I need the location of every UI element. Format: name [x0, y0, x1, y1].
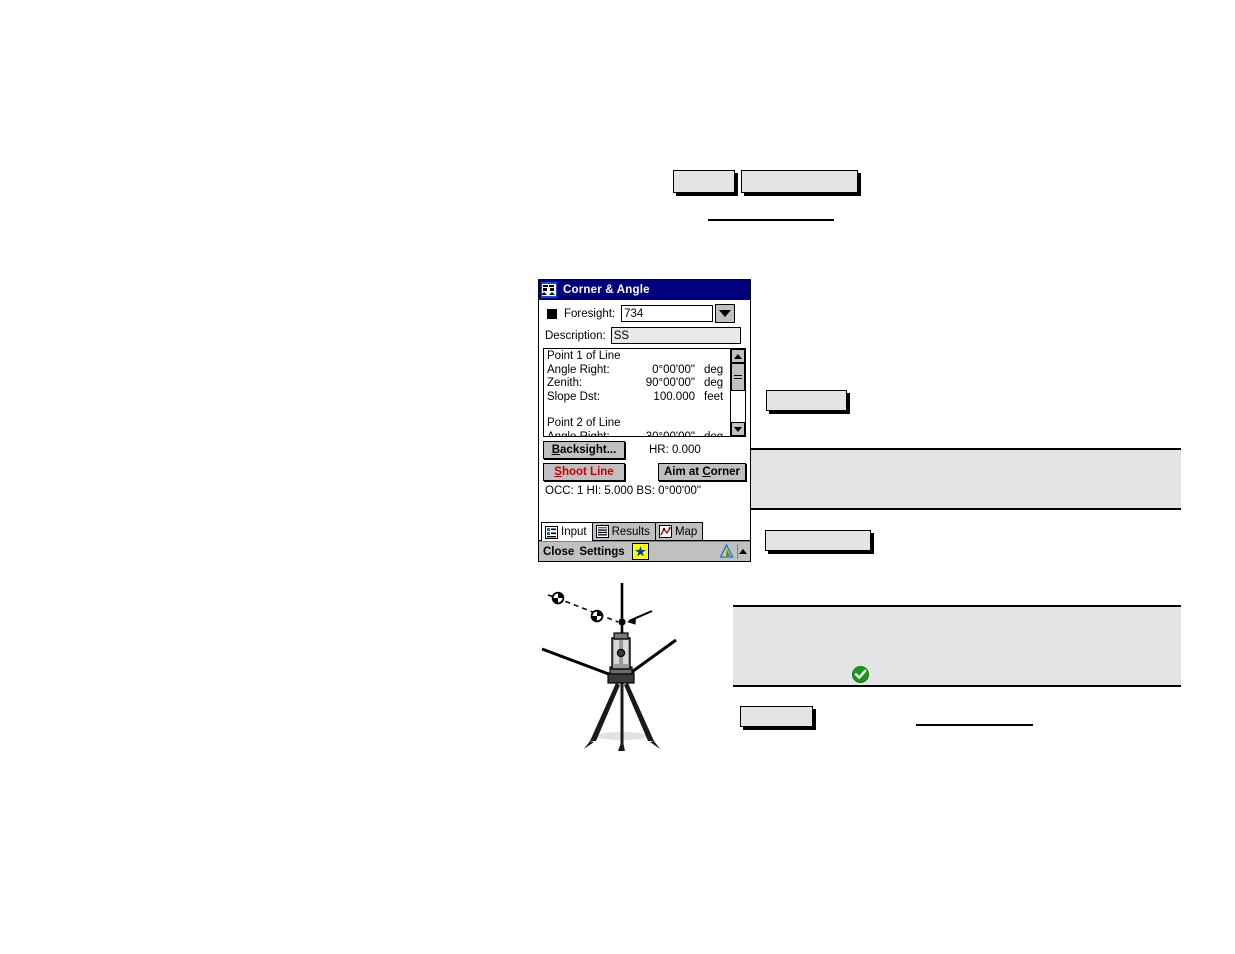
tab-input[interactable]: Input	[541, 522, 593, 541]
star-glyph	[634, 546, 646, 557]
list-row-unit: deg	[695, 431, 723, 437]
list-row-label: Angle Right:	[547, 363, 610, 376]
green-check-circle-icon	[852, 666, 869, 683]
list-item: Zenith: 90°00'00" deg	[547, 377, 730, 391]
underline-rule-bottom	[916, 724, 1033, 726]
shoot-line-button[interactable]: Shoot Line	[543, 463, 625, 481]
scrollbar-thumb[interactable]	[731, 363, 745, 391]
list-row-unit: deg	[704, 377, 724, 389]
callout-box-mid-right	[766, 390, 847, 411]
foresight-label: Foresight:	[564, 307, 616, 320]
shoot-line-button-label: Shoot Line	[554, 466, 614, 478]
dialog-client-area: Foresight: 734 Description: SS Point 1 o…	[539, 300, 750, 561]
list-row-unit: feet	[704, 390, 724, 403]
callout-box-bottom-left	[740, 706, 813, 727]
chevron-up-icon	[739, 549, 747, 554]
total-station-instrument	[611, 632, 631, 670]
pointer-arrow	[627, 610, 653, 625]
sight-line-dashed	[556, 597, 619, 623]
dialog-title: Corner & Angle	[563, 284, 650, 296]
status-bar: Close Settings	[539, 541, 750, 561]
foresight-row: Foresight: 734	[543, 304, 746, 323]
input-form-icon	[545, 525, 558, 539]
description-input[interactable]: SS	[610, 327, 741, 344]
list-row-label: Slope Dst:	[547, 390, 601, 403]
backsight-row: Backsight... HR: 0.000	[543, 441, 746, 459]
expand-status-button[interactable]	[737, 544, 748, 559]
description-label: Description:	[545, 329, 606, 342]
list-group-header: Point 1 of Line	[547, 350, 621, 362]
tripod	[584, 683, 660, 751]
caret-up-icon	[734, 353, 742, 359]
list-item: Slope Dst: 100.000 feet	[547, 391, 730, 405]
list-row-value: 30°00'00"	[623, 431, 695, 437]
tab-input-label: Input	[561, 526, 587, 538]
tab-map-label: Map	[674, 525, 698, 538]
listbox-content: Point 1 of Line Angle Right: 0°00'00" de…	[544, 349, 730, 436]
corner-vertex-point	[618, 618, 626, 626]
aim-at-corner-button[interactable]: Aim at Corner	[658, 463, 746, 481]
callout-band-lower	[733, 605, 1181, 687]
callout-band-upper	[733, 448, 1181, 510]
chevron-down-icon	[719, 310, 732, 317]
callout-box-top-right	[741, 170, 858, 193]
list-group-header: Point 2 of Line	[547, 417, 621, 429]
close-button[interactable]: Close	[543, 546, 574, 558]
list-row-label: Angle Right:	[547, 431, 623, 437]
list-row-value: 100.000	[653, 390, 695, 403]
foresight-dropdown-button[interactable]	[715, 304, 736, 323]
tab-strip: Input Results Map	[539, 522, 750, 541]
hr-readout: HR: 0.000	[649, 444, 701, 456]
list-row-value: 90°00'00"	[645, 377, 695, 389]
list-row-value: 0°00'00"	[652, 363, 695, 376]
occupation-readout: OCC: 1 HI: 5.000 BS: 0°00'00"	[545, 485, 701, 497]
tab-results[interactable]: Results	[591, 522, 656, 540]
point-marker-icon	[547, 308, 557, 319]
description-row: Description: SS	[543, 326, 746, 345]
list-item: Angle Right: 30°00'00" deg	[547, 431, 730, 437]
scroll-down-button[interactable]	[731, 422, 745, 436]
listbox-scrollbar[interactable]	[730, 349, 745, 436]
total-station-corner-diagram	[541, 583, 677, 751]
total-station-icon[interactable]	[719, 544, 734, 559]
target-prism-far	[547, 591, 565, 605]
line-points-listbox[interactable]: Point 1 of Line Angle Right: 0°00'00" de…	[543, 348, 746, 437]
backsight-button-label: Backsight...	[551, 444, 617, 456]
callout-box-lower-right	[765, 530, 871, 551]
foresight-input[interactable]: 734	[621, 305, 714, 322]
map-icon	[658, 525, 672, 538]
caret-down-icon	[734, 426, 742, 432]
tab-results-label: Results	[611, 525, 650, 538]
list-item: Angle Right: 0°00'00" deg	[547, 364, 730, 378]
tab-map[interactable]: Map	[654, 522, 704, 540]
callout-box-top-left	[673, 170, 735, 193]
dialog-title-bar: Corner & Angle	[539, 280, 750, 300]
aim-at-corner-button-label: Aim at Corner	[663, 466, 741, 478]
scrollbar-track[interactable]	[731, 391, 745, 422]
settings-button[interactable]: Settings	[579, 546, 624, 558]
scroll-up-button[interactable]	[731, 349, 745, 363]
list-row-unit: deg	[704, 363, 724, 376]
shoot-aim-row: Shoot Line Aim at Corner	[543, 463, 746, 481]
corner-and-angle-dialog: Corner & Angle Foresight: 734 Descriptio…	[538, 279, 751, 562]
surveying-app-icon	[541, 282, 557, 298]
list-row-label: Zenith:	[547, 377, 583, 389]
star-icon[interactable]	[631, 543, 649, 560]
target-prism-near	[590, 609, 604, 623]
underline-rule-top	[708, 219, 834, 221]
results-list-icon	[595, 525, 609, 538]
backsight-button[interactable]: Backsight...	[543, 441, 625, 459]
